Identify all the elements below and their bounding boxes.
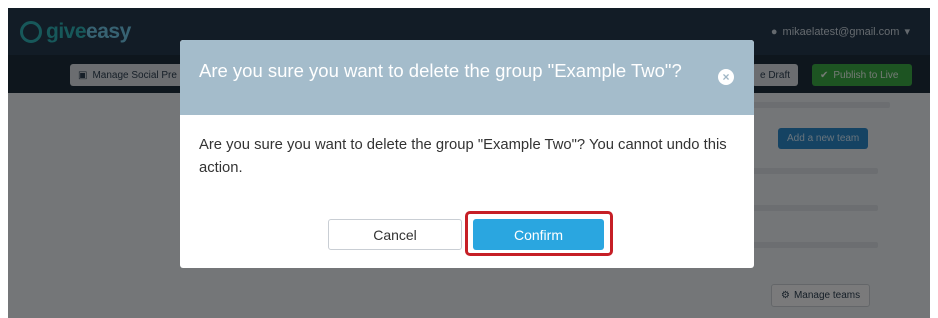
dialog-message: Are you sure you want to delete the grou… (199, 137, 727, 176)
dialog-header: Are you sure you want to delete the grou… (180, 40, 754, 115)
close-icon[interactable]: × (718, 69, 734, 85)
dialog-title: Are you sure you want to delete the grou… (199, 60, 682, 81)
confirm-highlight-box (465, 211, 613, 256)
cancel-button[interactable]: Cancel (328, 219, 462, 250)
